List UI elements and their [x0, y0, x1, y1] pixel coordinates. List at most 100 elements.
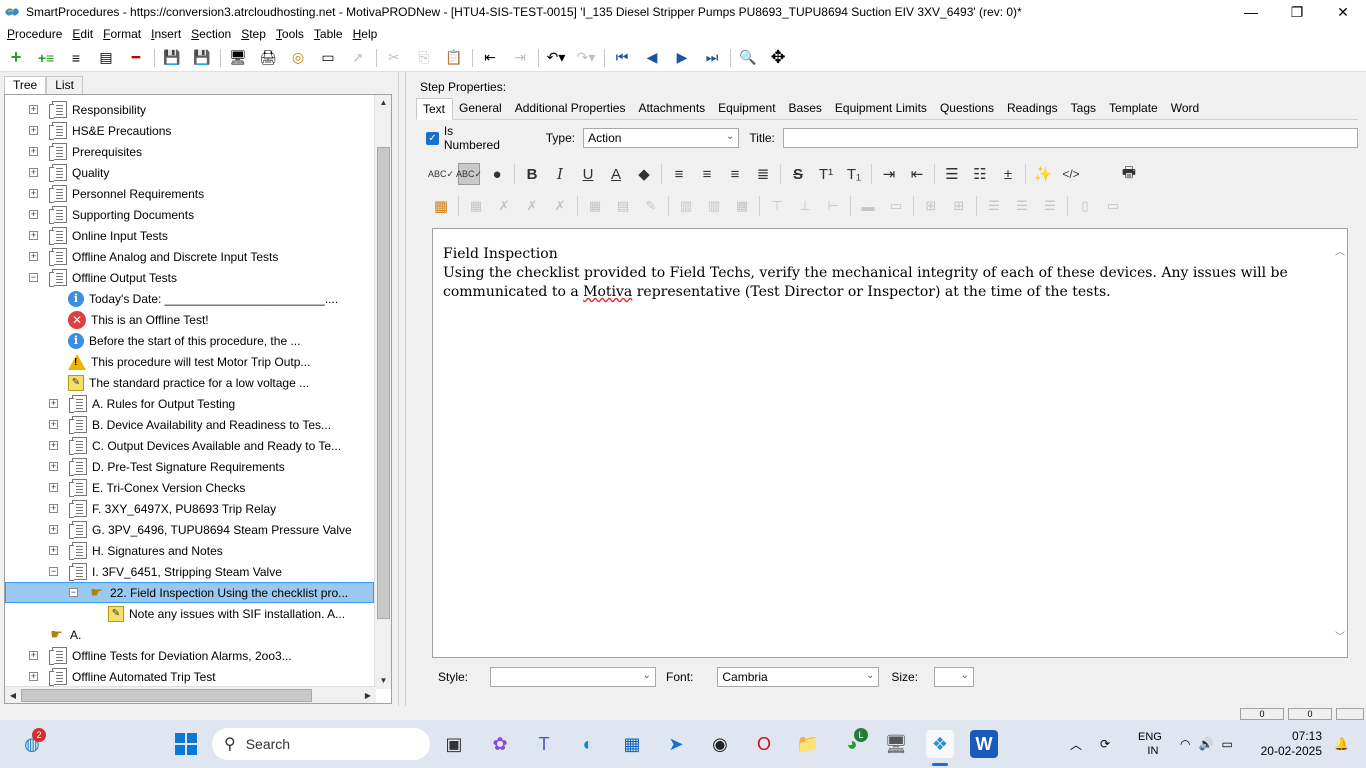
window-icon[interactable]: ▭: [316, 46, 340, 70]
close-icon[interactable]: ✕: [1320, 0, 1366, 24]
strikethrough-icon[interactable]: S: [787, 163, 809, 185]
editor-scroll-down-icon[interactable]: ﹀: [1335, 628, 1345, 647]
size-select[interactable]: ⌄: [934, 667, 975, 687]
tree-node[interactable]: − ☛ 22. Field Inspection Using the checkli…: [5, 582, 374, 603]
menu-format[interactable]: Format: [98, 27, 146, 41]
align-right-icon[interactable]: ≡: [724, 163, 746, 185]
scroll-up-icon[interactable]: ▲: [375, 95, 391, 111]
tree-node[interactable]: ! This procedure will test Motor Trip Out…: [49, 351, 310, 372]
tab-attachments[interactable]: Attachments: [632, 98, 712, 120]
wifi-icon[interactable]: ◠: [1180, 737, 1190, 751]
tree-node[interactable]: i Today's Date: ________________________.…: [49, 288, 338, 309]
tree-vertical-scrollbar[interactable]: ▲ ▼: [374, 95, 391, 689]
task-view-icon[interactable]: ▣: [440, 730, 468, 758]
tree-node[interactable]: + F. 3XY_6497X, PU8693 Trip Relay: [49, 498, 276, 519]
expand-icon[interactable]: +: [49, 462, 58, 471]
highlight-icon[interactable]: ◆: [633, 163, 655, 185]
tree-node[interactable]: + Personnel Requirements: [29, 183, 204, 204]
justify-icon[interactable]: ≣: [752, 163, 774, 185]
scroll-left-icon[interactable]: ◀: [5, 687, 21, 703]
expand-icon[interactable]: +: [29, 189, 38, 198]
print-icon[interactable]: 🖨: [256, 46, 280, 70]
battery-icon[interactable]: ▭: [1221, 737, 1232, 751]
print-preview-icon[interactable]: 🖶: [1118, 163, 1140, 185]
subscript-icon[interactable]: T₁: [843, 163, 865, 185]
tab-template[interactable]: Template: [1103, 98, 1165, 120]
windows-start-icon[interactable]: [172, 730, 200, 758]
spellcheck-icon[interactable]: ABC✓: [428, 163, 454, 185]
list-outline-icon[interactable]: ▤: [94, 46, 118, 70]
tree-node[interactable]: + C. Output Devices Available and Ready t…: [49, 435, 341, 456]
tree-node[interactable]: + G. 3PV_6496, TUPU8694 Steam Pressure Va…: [49, 519, 352, 540]
tab-readings[interactable]: Readings: [1001, 98, 1065, 120]
h-scroll-thumb[interactable]: [21, 689, 312, 702]
minimize-icon[interactable]: —: [1228, 0, 1274, 24]
copilot-icon[interactable]: ✿: [486, 730, 514, 758]
menu-help[interactable]: Help: [348, 27, 383, 41]
expand-icon[interactable]: +: [49, 546, 58, 555]
tab-text[interactable]: Text: [416, 98, 454, 120]
clock-date[interactable]: 20-02-2025: [1261, 744, 1322, 759]
underline-icon[interactable]: U: [577, 163, 599, 185]
scroll-down-icon[interactable]: ▼: [375, 673, 391, 689]
tree-node[interactable]: ✎ The standard practice for a low voltage…: [49, 372, 309, 393]
list-icon[interactable]: ≡: [64, 46, 88, 70]
menu-section[interactable]: Section: [186, 27, 236, 41]
tab-word[interactable]: Word: [1165, 98, 1206, 120]
show-hidden-icons-icon[interactable]: ︿: [1070, 736, 1082, 753]
tree-node[interactable]: − I. 3FV_6451, Stripping Steam Valve: [49, 561, 282, 582]
tree-node[interactable]: + Prerequisites: [29, 141, 142, 162]
volume-icon[interactable]: 🔊: [1198, 737, 1213, 751]
tab-questions[interactable]: Questions: [934, 98, 1001, 120]
outdent-icon[interactable]: ⇤: [478, 46, 502, 70]
taskbar-search[interactable]: ⚲ Search: [212, 728, 430, 760]
remote-desktop-icon[interactable]: 🖥: [882, 730, 910, 758]
expand-icon[interactable]: +: [49, 441, 58, 450]
tree-node[interactable]: ✎ Note any issues with SIF installation. …: [89, 603, 345, 624]
superscript-icon[interactable]: T¹: [815, 163, 837, 185]
editor-scroll-up-icon[interactable]: ︿: [1335, 243, 1345, 262]
last-icon[interactable]: ⏭: [700, 46, 724, 70]
save-all-icon[interactable]: 💾: [190, 46, 214, 70]
tab-tags[interactable]: Tags: [1065, 98, 1103, 120]
font-color-icon[interactable]: A: [605, 163, 627, 185]
menu-table[interactable]: Table: [309, 27, 348, 41]
file-explorer-icon[interactable]: 📁: [794, 730, 822, 758]
collapse-icon[interactable]: −: [49, 567, 58, 576]
tree-node[interactable]: + A. Rules for Output Testing: [49, 393, 235, 414]
expand-icon[interactable]: +: [49, 483, 58, 492]
region-label[interactable]: IN: [1141, 744, 1158, 758]
dell-icon[interactable]: ◉: [706, 730, 734, 758]
add-substep-icon[interactable]: +≡: [34, 46, 58, 70]
tree-node[interactable]: + H. Signatures and Notes: [49, 540, 223, 561]
expand-icon[interactable]: +: [29, 672, 38, 681]
expand-icon[interactable]: +: [49, 420, 58, 429]
add-step-icon[interactable]: +: [4, 46, 28, 70]
previous-icon[interactable]: ◀: [640, 46, 664, 70]
align-left-icon[interactable]: ≡: [668, 163, 690, 185]
menu-step[interactable]: Step: [236, 27, 271, 41]
style-select[interactable]: ⌄: [490, 667, 657, 687]
italic-icon[interactable]: I: [549, 163, 571, 185]
find-icon[interactable]: 🔍: [736, 46, 760, 70]
menu-edit[interactable]: Edit: [67, 27, 98, 41]
expand-icon[interactable]: +: [29, 168, 38, 177]
opera-icon[interactable]: O: [750, 730, 778, 758]
collapse-icon[interactable]: −: [29, 273, 38, 282]
publish-icon[interactable]: 🖥: [226, 46, 250, 70]
tree-horizontal-scrollbar[interactable]: ◀ ▶: [5, 686, 376, 703]
procedure-tree[interactable]: + Offline Automated Trip Test + Offline Tes…: [4, 94, 392, 704]
edge-icon[interactable]: ◐: [574, 730, 602, 758]
tab-bases[interactable]: Bases: [783, 98, 829, 120]
html-source-icon[interactable]: </>: [1060, 163, 1082, 185]
save-icon[interactable]: 💾: [160, 46, 184, 70]
paste-icon[interactable]: 📋: [442, 46, 466, 70]
tree-node[interactable]: ✕ This is an Offline Test!: [49, 309, 209, 330]
tab-additional-properties[interactable]: Additional Properties: [509, 98, 633, 120]
tree-node[interactable]: + Offline Analog and Discrete Input Tests: [29, 246, 278, 267]
tree-node[interactable]: ☛ A.: [29, 624, 81, 645]
remove-icon[interactable]: ━: [124, 46, 148, 70]
expand-icon[interactable]: +: [29, 105, 38, 114]
indent-left-icon[interactable]: ⇤: [906, 163, 928, 185]
first-icon[interactable]: ⏮: [610, 46, 634, 70]
